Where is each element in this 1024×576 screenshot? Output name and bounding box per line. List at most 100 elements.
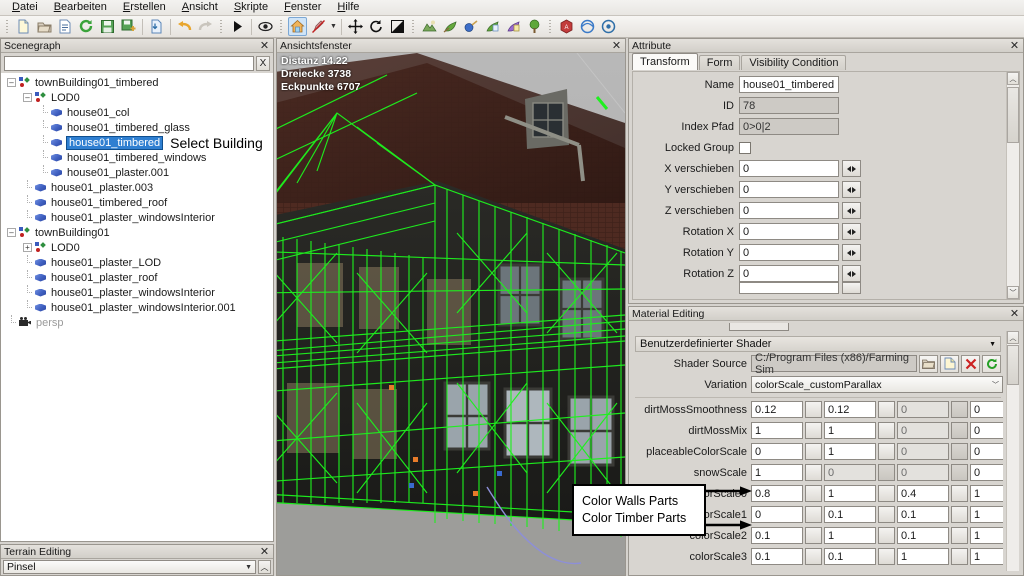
tab-transform[interactable]: Transform: [632, 53, 698, 70]
custom-shader-section-header[interactable]: Benutzerdefinierter Shader ▼: [635, 336, 1001, 352]
spinner-arrows[interactable]: [951, 485, 968, 502]
shader-param-value[interactable]: 1: [751, 464, 803, 481]
spinner-arrows[interactable]: [951, 527, 968, 544]
close-icon[interactable]: ✕: [1009, 309, 1020, 319]
scroll-thumb[interactable]: [1007, 87, 1019, 143]
save-all-button[interactable]: [119, 17, 138, 36]
spinner-arrows[interactable]: [805, 443, 822, 460]
toolbar-grip-4[interactable]: [411, 19, 416, 35]
shader-param-value[interactable]: 0.12: [751, 401, 803, 418]
scenegraph-item[interactable]: –LOD0: [1, 90, 273, 105]
spinner-arrows[interactable]: [805, 422, 822, 439]
create-foliage-button[interactable]: [441, 17, 460, 36]
menu-item-skripte[interactable]: Skripte: [226, 0, 276, 15]
shader-param-value[interactable]: 1: [970, 506, 1003, 523]
spinner-arrows[interactable]: [951, 422, 968, 439]
create-shape-button[interactable]: A: [557, 17, 576, 36]
scenegraph-item[interactable]: –townBuilding01: [1, 225, 273, 240]
scenegraph-item[interactable]: house01_timbered_windows: [1, 150, 273, 165]
expand-icon[interactable]: +: [23, 243, 32, 252]
spinner-arrows[interactable]: [951, 464, 968, 481]
shader-param-value[interactable]: 0: [970, 422, 1003, 439]
shader-param-value[interactable]: 1: [824, 485, 876, 502]
spinner-arrows[interactable]: [842, 223, 861, 240]
no-draw-button[interactable]: [309, 17, 328, 36]
new-shader-button[interactable]: [940, 355, 959, 373]
collapse-icon[interactable]: –: [7, 228, 16, 237]
attribute-field-input[interactable]: 0: [739, 265, 839, 282]
scenegraph-item[interactable]: house01_col: [1, 105, 273, 120]
physics-toggle-button[interactable]: [578, 17, 597, 36]
tab-visibility-condition[interactable]: Visibility Condition: [741, 55, 846, 70]
spinner-arrows[interactable]: [842, 202, 861, 219]
scenegraph-item[interactable]: persp: [1, 315, 273, 330]
attribute-field-input[interactable]: house01_timbered: [739, 76, 839, 93]
spinner-arrows[interactable]: [805, 548, 822, 565]
close-icon[interactable]: ✕: [259, 41, 270, 51]
shader-param-value[interactable]: 0.1: [897, 527, 949, 544]
close-icon[interactable]: ✕: [259, 547, 270, 557]
scale-tool-button[interactable]: [388, 17, 407, 36]
save-as-button[interactable]: [56, 17, 75, 36]
toolbar-grip-5[interactable]: [548, 19, 553, 35]
search-input[interactable]: [4, 56, 254, 71]
clipped-spinner[interactable]: [842, 282, 861, 294]
scroll-thumb[interactable]: [1007, 345, 1019, 385]
menu-item-bearbeiten[interactable]: Bearbeiten: [46, 0, 115, 15]
spinner-arrows[interactable]: [805, 401, 822, 418]
spinner-arrows[interactable]: [878, 464, 895, 481]
attribute-field-input[interactable]: 78: [739, 97, 839, 114]
scenegraph-item[interactable]: house01_plaster.003: [1, 180, 273, 195]
scenegraph-item[interactable]: house01_plaster_windowsInterior: [1, 210, 273, 225]
scenegraph-item[interactable]: house01_timbered_glass: [1, 120, 273, 135]
shader-param-value[interactable]: 0: [897, 401, 949, 418]
navmesh-button[interactable]: [599, 17, 618, 36]
scenegraph-item[interactable]: house01_plaster_roof: [1, 270, 273, 285]
shader-source-value[interactable]: C:/Program Files (x86)/Farming Sim: [751, 355, 917, 372]
scroll-down-icon[interactable]: ﹀: [1007, 286, 1019, 299]
rotate-tool-button[interactable]: [367, 17, 386, 36]
close-icon[interactable]: ✕: [1009, 41, 1020, 51]
create-note-button[interactable]: [504, 17, 523, 36]
spinner-arrows[interactable]: [878, 485, 895, 502]
scenegraph-item[interactable]: house01_plaster_windowsInterior.001: [1, 300, 273, 315]
spinner-arrows[interactable]: [951, 443, 968, 460]
shader-param-value[interactable]: 0: [751, 443, 803, 460]
spinner-arrows[interactable]: [842, 265, 861, 282]
open-file-button[interactable]: [35, 17, 54, 36]
shader-param-value[interactable]: 1: [970, 527, 1003, 544]
scenegraph-item[interactable]: house01_plaster_LOD: [1, 255, 273, 270]
attribute-field-input[interactable]: 0: [739, 181, 839, 198]
browse-shader-button[interactable]: [919, 355, 938, 373]
shader-param-value[interactable]: 1: [970, 485, 1003, 502]
shader-param-value[interactable]: 0: [970, 401, 1003, 418]
scenegraph-item[interactable]: +LOD0: [1, 240, 273, 255]
translate-tool-button[interactable]: [346, 17, 365, 36]
spinner-arrows[interactable]: [842, 160, 861, 177]
shader-param-value[interactable]: 1: [824, 443, 876, 460]
collapse-icon[interactable]: –: [23, 93, 32, 102]
menu-item-ansicht[interactable]: Ansicht: [174, 0, 226, 15]
scroll-up-icon[interactable]: ︿: [1007, 72, 1019, 85]
new-file-button[interactable]: [14, 17, 33, 36]
attribute-field-input[interactable]: 0>0|2: [739, 118, 839, 135]
shader-param-value[interactable]: 0: [897, 422, 949, 439]
spinner-arrows[interactable]: [842, 181, 861, 198]
toolbar-grip-2[interactable]: [219, 19, 224, 35]
locked-group-checkbox[interactable]: [739, 142, 751, 154]
spinner-arrows[interactable]: [842, 244, 861, 261]
menu-item-datei[interactable]: Datei: [4, 0, 46, 15]
scenegraph-item[interactable]: house01_timbered_roof: [1, 195, 273, 210]
variation-dropdown[interactable]: colorScale_customParallax ﹀: [751, 376, 1003, 393]
clear-search-button[interactable]: X: [256, 56, 270, 71]
scenegraph-item[interactable]: house01_plaster.001: [1, 165, 273, 180]
redo-button[interactable]: [196, 17, 215, 36]
undo-button[interactable]: [175, 17, 194, 36]
shader-param-value[interactable]: 1: [970, 548, 1003, 565]
spinner-arrows[interactable]: [951, 506, 968, 523]
create-terrain-button[interactable]: [420, 17, 439, 36]
spinner-arrows[interactable]: [805, 464, 822, 481]
attribute-field-input[interactable]: 0: [739, 223, 839, 240]
spinner-arrows[interactable]: [805, 485, 822, 502]
menu-item-erstellen[interactable]: Erstellen: [115, 0, 174, 15]
